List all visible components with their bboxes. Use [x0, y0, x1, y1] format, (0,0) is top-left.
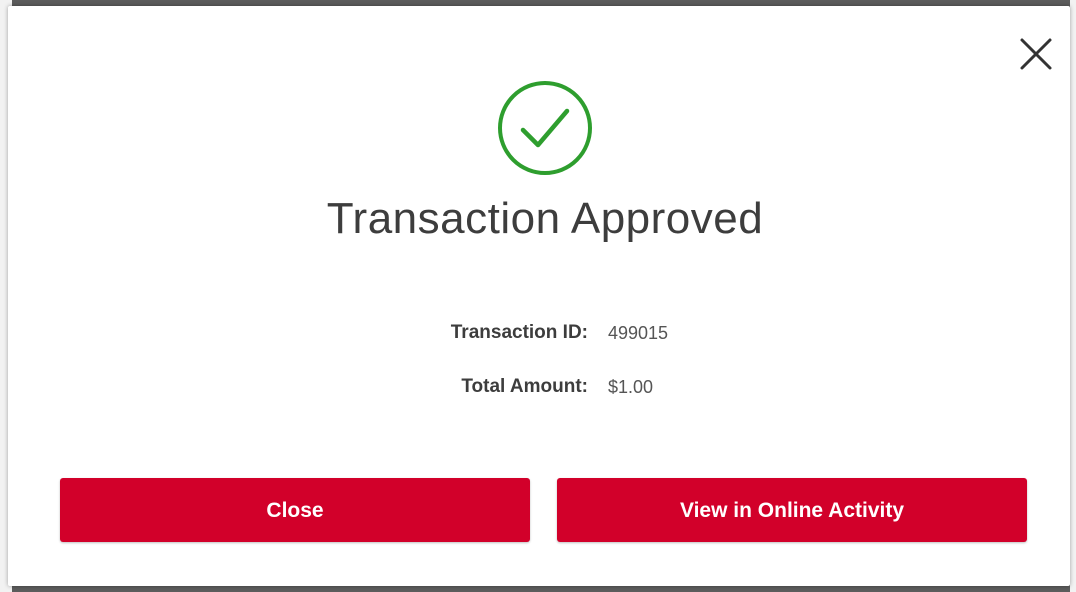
- checkmark-circle-icon: [495, 78, 595, 178]
- close-button[interactable]: Close: [60, 478, 530, 542]
- dialog-title: Transaction Approved: [326, 194, 764, 243]
- total-amount-label: Total Amount:: [461, 376, 588, 397]
- background-page-edge-right: [1070, 0, 1076, 592]
- total-amount-row: Total Amount: $1.00: [8, 372, 1076, 402]
- transaction-id-value: 499015: [608, 323, 669, 343]
- view-in-online-activity-button[interactable]: View in Online Activity: [557, 478, 1027, 542]
- transaction-id-label: Transaction ID:: [450, 322, 588, 343]
- transaction-id-row: Transaction ID: 499015: [8, 318, 1076, 348]
- total-amount-value: $1.00: [608, 377, 654, 397]
- transaction-approved-dialog: Transaction Approved Transaction ID: 499…: [8, 6, 1070, 586]
- close-icon[interactable]: [1018, 36, 1054, 72]
